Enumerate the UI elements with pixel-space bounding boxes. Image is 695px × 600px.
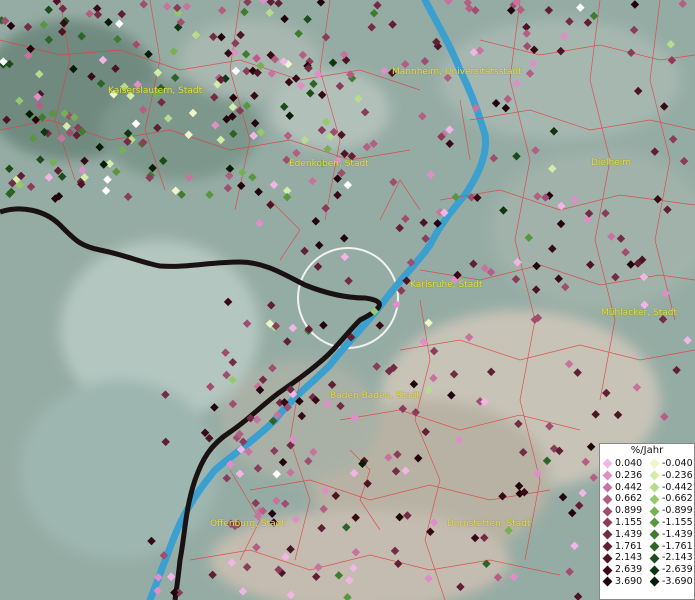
legend-swatch (602, 494, 613, 505)
legend-swatch (602, 541, 613, 552)
legend: %/Jahr 0.040 -0.040 0.236 -0.236 0.442 -0.442… (599, 443, 695, 600)
legend-entry: 0.040 (600, 458, 647, 470)
legend-swatch (649, 482, 660, 493)
legend-value: -2.639 (662, 564, 693, 576)
legend-row: 3.690 -3.690 (600, 576, 694, 588)
city-label-edenkoben: Edenkoben, Stadt (289, 159, 369, 169)
legend-swatch (649, 553, 660, 564)
legend-swatch (602, 553, 613, 564)
legend-row: 1.439 -1.439 (600, 529, 694, 541)
legend-value: -3.690 (662, 575, 693, 587)
legend-entry: 3.690 (600, 576, 647, 588)
legend-entry: -2.639 (647, 564, 694, 576)
city-label-dielheim: Dielheim (591, 158, 631, 168)
legend-value: 0.662 (615, 493, 643, 505)
city-label-karlsruhe: Karlsruhe, Stadt (410, 280, 483, 290)
legend-swatch (602, 482, 613, 493)
legend-row: 2.639 -2.639 (600, 564, 694, 576)
legend-swatch (649, 576, 660, 587)
legend-swatch (602, 529, 613, 540)
legend-entry: -1.155 (647, 517, 694, 529)
legend-entry: -0.236 (647, 470, 694, 482)
city-label-baden-baden: Baden-Baden, Stadt (330, 391, 420, 401)
legend-entry: 0.662 (600, 493, 647, 505)
legend-entry: 2.639 (600, 564, 647, 576)
legend-swatch (649, 517, 660, 528)
legend-value: 0.442 (615, 481, 643, 493)
legend-value: -0.040 (662, 458, 693, 469)
legend-value: 1.155 (615, 516, 643, 528)
legend-value: -0.236 (662, 469, 693, 481)
legend-value: 0.899 (615, 505, 643, 517)
legend-entry: 1.761 (600, 541, 647, 553)
legend-entry: 2.143 (600, 552, 647, 564)
city-label-muehlacker: Mühlacker, Stadt (601, 308, 677, 318)
legend-swatch (649, 529, 660, 540)
legend-entry: -0.662 (647, 493, 694, 505)
city-label-dornstetten: Dornstetten, Stadt (447, 519, 531, 529)
legend-swatch (649, 458, 660, 469)
legend-value: -1.761 (662, 540, 693, 552)
legend-row: 0.662 -0.662 (600, 493, 694, 505)
legend-entry: -3.690 (647, 576, 694, 588)
legend-title: %/Jahr (630, 445, 664, 456)
legend-value: 1.439 (615, 528, 643, 540)
legend-swatch (649, 541, 660, 552)
legend-row: 1.761 -1.761 (600, 541, 694, 553)
legend-entry: -2.143 (647, 552, 694, 564)
legend-entry: -1.761 (647, 541, 694, 553)
legend-swatch (602, 565, 613, 576)
legend-value: -2.143 (662, 552, 693, 564)
legend-value: 0.040 (615, 458, 643, 469)
legend-row: 0.442 -0.442 (600, 482, 694, 494)
legend-swatch (602, 506, 613, 517)
legend-swatch (602, 576, 613, 587)
legend-value: 2.143 (615, 552, 643, 564)
legend-entry: 0.442 (600, 482, 647, 494)
legend-row: 0.236 -0.236 (600, 470, 694, 482)
legend-swatch (649, 470, 660, 481)
legend-row: 0.040 -0.040 (600, 458, 694, 470)
legend-entry: -0.040 (647, 458, 694, 470)
legend-value: 1.761 (615, 540, 643, 552)
legend-entry: 0.899 (600, 505, 647, 517)
map-base (0, 0, 695, 600)
legend-value: 0.236 (615, 469, 643, 481)
legend-row: 1.155 -1.155 (600, 517, 694, 529)
legend-value: -0.662 (662, 493, 693, 505)
legend-swatch (649, 494, 660, 505)
city-label-kaiserslautern: Kaiserslautern, Stadt (108, 86, 203, 96)
legend-swatch (602, 470, 613, 481)
legend-row: 0.899 -0.899 (600, 505, 694, 517)
legend-entry: 0.236 (600, 470, 647, 482)
legend-value: -0.442 (662, 481, 693, 493)
legend-swatch (602, 517, 613, 528)
legend-value: -1.439 (662, 528, 693, 540)
legend-entry: -0.442 (647, 482, 694, 494)
legend-rows: 0.040 -0.040 0.236 -0.236 0.442 -0.442 0.662 -0… (600, 458, 694, 588)
legend-entry: -1.439 (647, 529, 694, 541)
legend-value: -1.155 (662, 516, 693, 528)
city-label-offenburg: Offenburg, Stadt (210, 519, 285, 529)
legend-value: 2.639 (615, 564, 643, 576)
legend-entry: 1.155 (600, 517, 647, 529)
legend-swatch (649, 565, 660, 576)
legend-entry: 1.439 (600, 529, 647, 541)
legend-row: 2.143 -2.143 (600, 552, 694, 564)
legend-swatch (649, 506, 660, 517)
legend-value: -0.899 (662, 505, 693, 517)
legend-value: 3.690 (615, 575, 643, 587)
legend-swatch (602, 458, 613, 469)
city-label-mannheim: Mannheim, Universitätsstadt (392, 67, 522, 77)
legend-entry: -0.899 (647, 505, 694, 517)
map-view[interactable]: Kaiserslautern, Stadt Mannheim, Universi… (0, 0, 695, 600)
